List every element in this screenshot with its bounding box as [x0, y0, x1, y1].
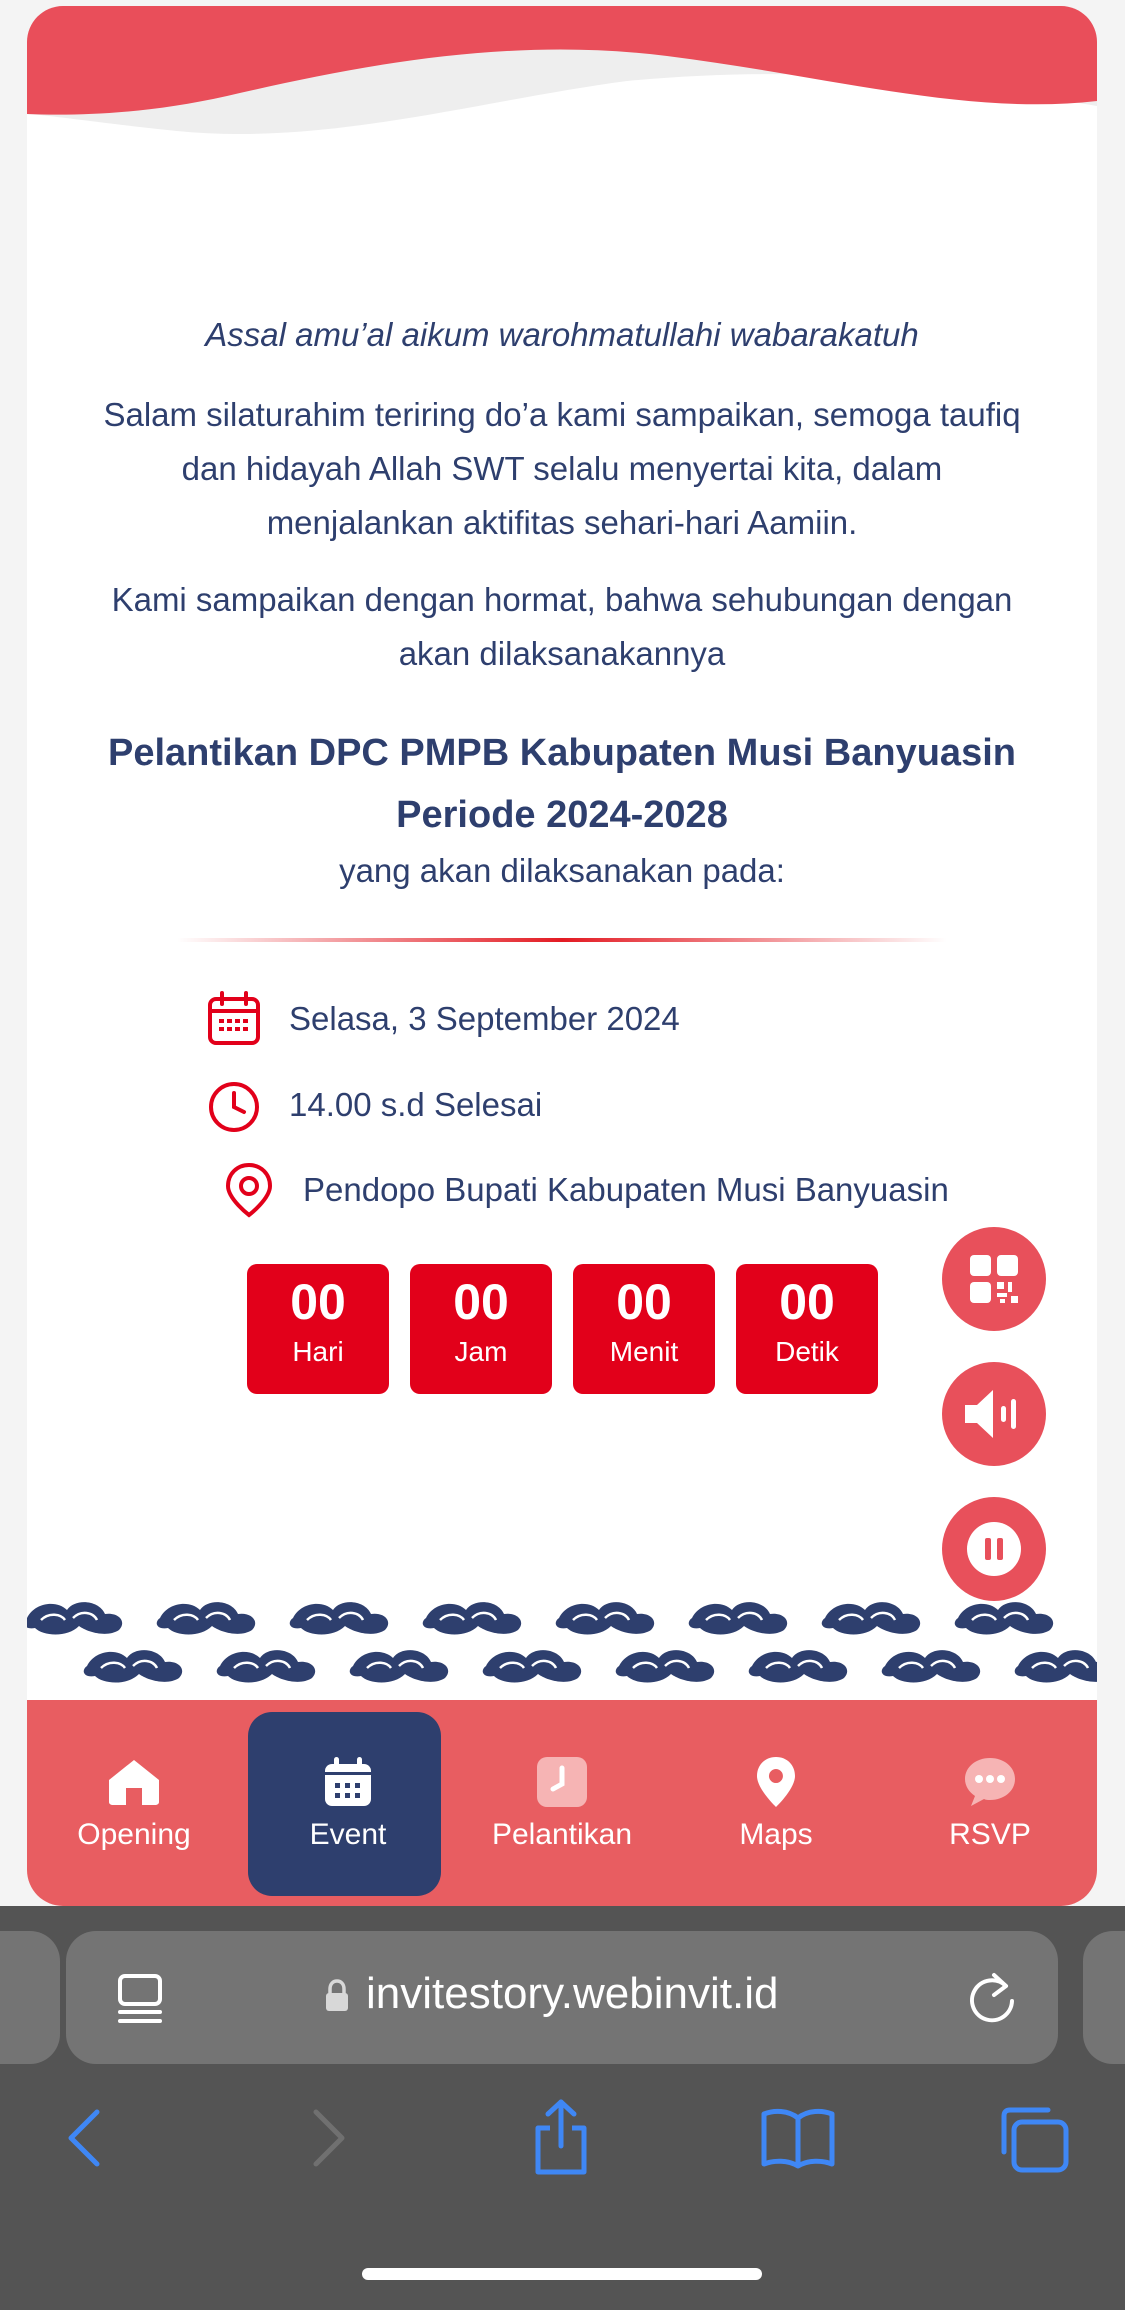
qr-code-icon: [970, 1255, 1018, 1303]
clock-icon: [209, 1082, 259, 1132]
bookmarks-icon[interactable]: [760, 2106, 836, 2170]
announcement-paragraph: Kami sampaikan dengan hormat, bahwa sehu…: [111, 581, 1013, 672]
reload-icon[interactable]: [966, 1969, 1018, 2025]
countdown-hours-label: Jam: [454, 1336, 508, 1367]
event-place: Pendopo Bupati Kabupaten Musi Banyuasin: [303, 1171, 949, 1208]
event-date: Selasa, 3 September 2024: [289, 1000, 680, 1037]
countdown-hours: 00 Jam: [410, 1264, 552, 1394]
countdown-hours-value: 00: [453, 1274, 509, 1330]
time-row: 14.00 s.d Selesai: [205, 1076, 542, 1134]
countdown-seconds-label: Detik: [775, 1336, 839, 1367]
lock-icon: [326, 1979, 348, 2011]
speaker-icon: [965, 1390, 1016, 1438]
calendar-icon: [208, 991, 260, 1045]
salam-text: Assal amu’al aikum warohmatullahi wabara…: [205, 316, 919, 353]
next-tab-peek[interactable]: [1083, 1931, 1125, 2064]
clock-icon: [536, 1754, 588, 1810]
tabs-icon[interactable]: [998, 2106, 1070, 2174]
countdown-timer: 00 Hari 00 Jam 00 Menit 00 Detik: [247, 1264, 878, 1394]
nav-item-pelantikan[interactable]: Pelantikan: [455, 1700, 669, 1906]
event-subtitle: yang akan dilaksanakan pada:: [339, 852, 785, 889]
top-wave-decoration: [27, 6, 1097, 135]
forward-icon[interactable]: [308, 2108, 348, 2168]
back-icon[interactable]: [65, 2108, 105, 2168]
countdown-minutes-value: 00: [616, 1274, 672, 1330]
event-title: Pelantikan DPC PMPB Kabupaten Musi Banyu…: [87, 722, 1037, 846]
place-row: Pendopo Bupati Kabupaten Musi Banyuasin: [222, 1161, 949, 1219]
nav-item-rsvp[interactable]: RSVP: [883, 1700, 1097, 1906]
nav-label-pelantikan: Pelantikan: [491, 1818, 633, 1851]
nav-item-opening[interactable]: Opening: [27, 1700, 241, 1906]
opening-paragraph: Salam silaturahim teriring do’a kami sam…: [103, 396, 1021, 541]
qr-code-button[interactable]: [942, 1227, 1046, 1331]
previous-tab-peek[interactable]: [0, 1931, 60, 2064]
countdown-days-value: 00: [290, 1274, 346, 1330]
countdown-seconds: 00 Detik: [736, 1264, 878, 1394]
countdown-days: 00 Hari: [247, 1264, 389, 1394]
nav-item-event[interactable]: Event: [241, 1700, 455, 1906]
event-time: 14.00 s.d Selesai: [289, 1086, 543, 1123]
date-row: Selasa, 3 September 2024: [205, 990, 680, 1048]
batik-cloud-decoration: [27, 1600, 1097, 1684]
invitation-card: Assal amu’al aikum warohmatullahi wabara…: [27, 6, 1097, 1906]
map-pin-icon: [756, 1754, 796, 1810]
divider-line: [177, 938, 947, 942]
address-bar[interactable]: invitestory.webinvit.id: [66, 1931, 1058, 2064]
share-icon[interactable]: [528, 2098, 594, 2176]
nav-label-rsvp: RSVP: [949, 1818, 1031, 1851]
event-title-line2: Periode 2024-2028: [396, 794, 728, 836]
reader-mode-icon[interactable]: [116, 1973, 164, 2025]
event-title-line1: Pelantikan DPC PMPB Kabupaten Musi Banyu…: [108, 732, 1016, 774]
bottom-navigation: Opening Event Pelantikan Maps RSVP: [27, 1700, 1097, 1906]
nav-label-maps: Maps: [739, 1818, 813, 1851]
url-text: invitestory.webinvit.id: [366, 1969, 779, 2018]
home-icon: [107, 1754, 161, 1810]
nav-item-maps[interactable]: Maps: [669, 1700, 883, 1906]
calendar-icon: [323, 1754, 373, 1810]
nav-label-event: Event: [309, 1818, 387, 1851]
map-pin-icon: [225, 1162, 273, 1218]
countdown-days-label: Hari: [292, 1336, 344, 1367]
browser-toolbar: invitestory.webinvit.id: [0, 1906, 1125, 2310]
pause-icon: [967, 1522, 1021, 1576]
audio-toggle-button[interactable]: [942, 1362, 1046, 1466]
countdown-minutes-label: Menit: [609, 1336, 679, 1367]
nav-label-opening: Opening: [77, 1818, 191, 1851]
countdown-minutes: 00 Menit: [573, 1264, 715, 1394]
home-indicator[interactable]: [362, 2268, 762, 2280]
chat-icon: [963, 1754, 1017, 1810]
countdown-seconds-value: 00: [779, 1274, 835, 1330]
